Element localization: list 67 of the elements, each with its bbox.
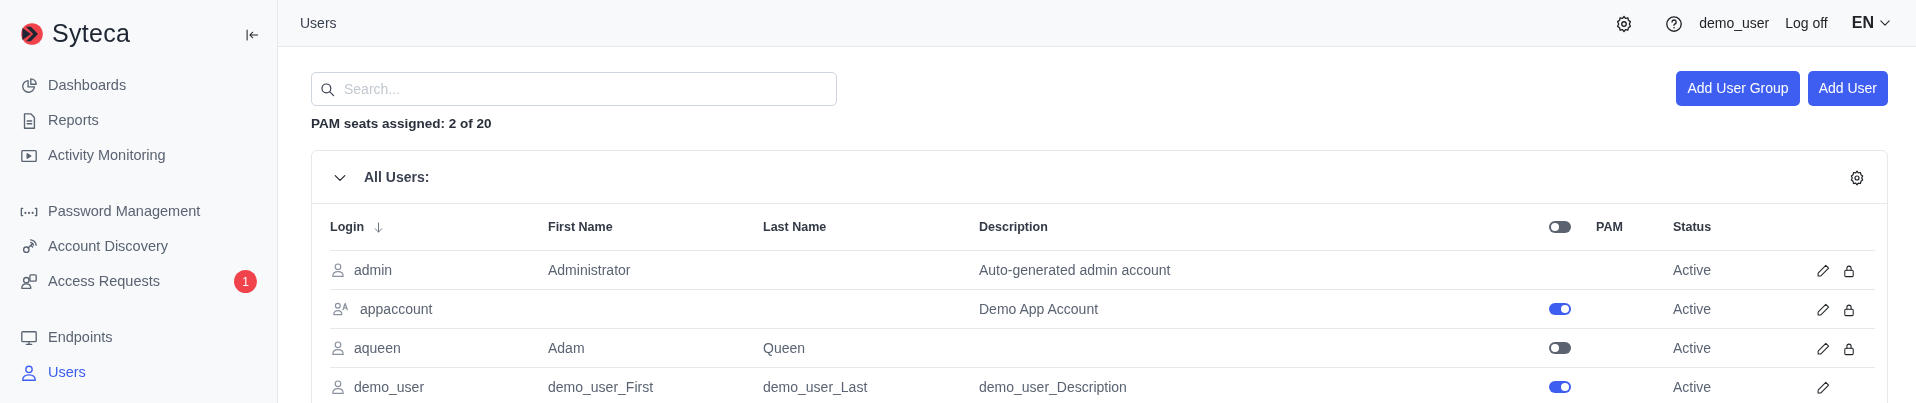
lock-icon <box>1842 264 1856 278</box>
table-cell-text: aqueen <box>354 338 401 358</box>
pam-toggle[interactable] <box>1549 381 1571 394</box>
username-link[interactable]: demo_user <box>1699 12 1770 34</box>
table-cell: Demo App Account <box>979 300 1099 317</box>
settings-icon <box>1615 14 1634 33</box>
column-header: Status <box>1673 218 1713 236</box>
table-cell: demo_user_First <box>548 378 654 395</box>
table-cell-text: demo_user <box>354 377 425 397</box>
user-icon <box>330 379 346 396</box>
search-icon <box>320 81 336 98</box>
settings-icon <box>1849 170 1865 186</box>
table-cell: Active <box>1673 300 1712 317</box>
pencil-icon <box>1816 342 1830 356</box>
column-header: Last Name <box>763 218 828 236</box>
user-question-icon <box>20 272 38 291</box>
lock-icon <box>1842 303 1856 317</box>
pencil-icon <box>1816 381 1830 395</box>
sort-down-icon <box>372 220 385 234</box>
column-header: First Name <box>548 218 614 236</box>
table-cell-text: appaccount <box>360 299 433 319</box>
pam-toggle[interactable] <box>1549 303 1571 316</box>
collapse-icon <box>245 27 259 42</box>
page-title: Users <box>300 13 337 33</box>
user-icon <box>330 262 346 279</box>
panel-title: All Users: <box>364 167 430 187</box>
table-cell: Active <box>1673 261 1712 278</box>
table-cell: demo_user_Description <box>979 378 1127 395</box>
column-header[interactable]: Login <box>330 217 364 237</box>
sidebar-item[interactable]: Reports <box>0 103 277 138</box>
sidebar-item[interactable]: Endpoints <box>0 320 277 355</box>
pencil-icon <box>1816 264 1830 278</box>
help-icon <box>1665 14 1684 33</box>
column-header: PAM <box>1596 218 1623 236</box>
sidebar-item[interactable]: Activity Monitoring <box>0 138 277 173</box>
key-icon <box>20 237 38 256</box>
table-cell: Active <box>1673 339 1712 356</box>
user-icon <box>330 340 346 357</box>
log-off-link[interactable]: Log off <box>1785 12 1828 34</box>
table-cell: Adam <box>548 339 585 356</box>
table-cell: Active <box>1673 378 1712 395</box>
table-cell: Administrator <box>548 261 631 278</box>
sidebar-item[interactable]: Password Management <box>0 194 277 229</box>
add-user-button[interactable]: Add User <box>1807 71 1888 106</box>
language-dropdown[interactable]: EN <box>1851 11 1892 35</box>
add-user-group-button[interactable]: Add User Group <box>1676 71 1800 106</box>
table-cell: demo_user_Last <box>763 378 868 395</box>
column-header: Description <box>979 218 1049 236</box>
table-cell-text: admin <box>354 260 393 280</box>
brand-name: Syteca <box>52 18 131 50</box>
table-cell: Queen <box>763 339 806 356</box>
logo-icon <box>20 22 44 46</box>
pencil-icon <box>1816 303 1830 317</box>
seats-summary: PAM seats assigned: 2 of 20 <box>311 115 493 133</box>
sidebar-item[interactable]: Access Requests 1 <box>0 264 277 299</box>
sidebar-item[interactable]: Account Discovery <box>0 229 277 264</box>
user-icon <box>20 363 38 382</box>
pie-chart-icon <box>20 76 38 95</box>
notification-badge: 1 <box>234 270 257 293</box>
pam-toggle[interactable] <box>1549 342 1571 355</box>
lock-icon <box>1842 342 1856 356</box>
pam-toggle[interactable] <box>1549 221 1571 234</box>
monitor-icon <box>20 328 38 347</box>
table-cell: Auto-generated admin account <box>979 261 1171 278</box>
sidebar-item[interactable]: Users <box>0 355 277 390</box>
sidebar-item[interactable]: Dashboards <box>0 68 277 103</box>
search-field[interactable]: Search... <box>311 71 837 106</box>
